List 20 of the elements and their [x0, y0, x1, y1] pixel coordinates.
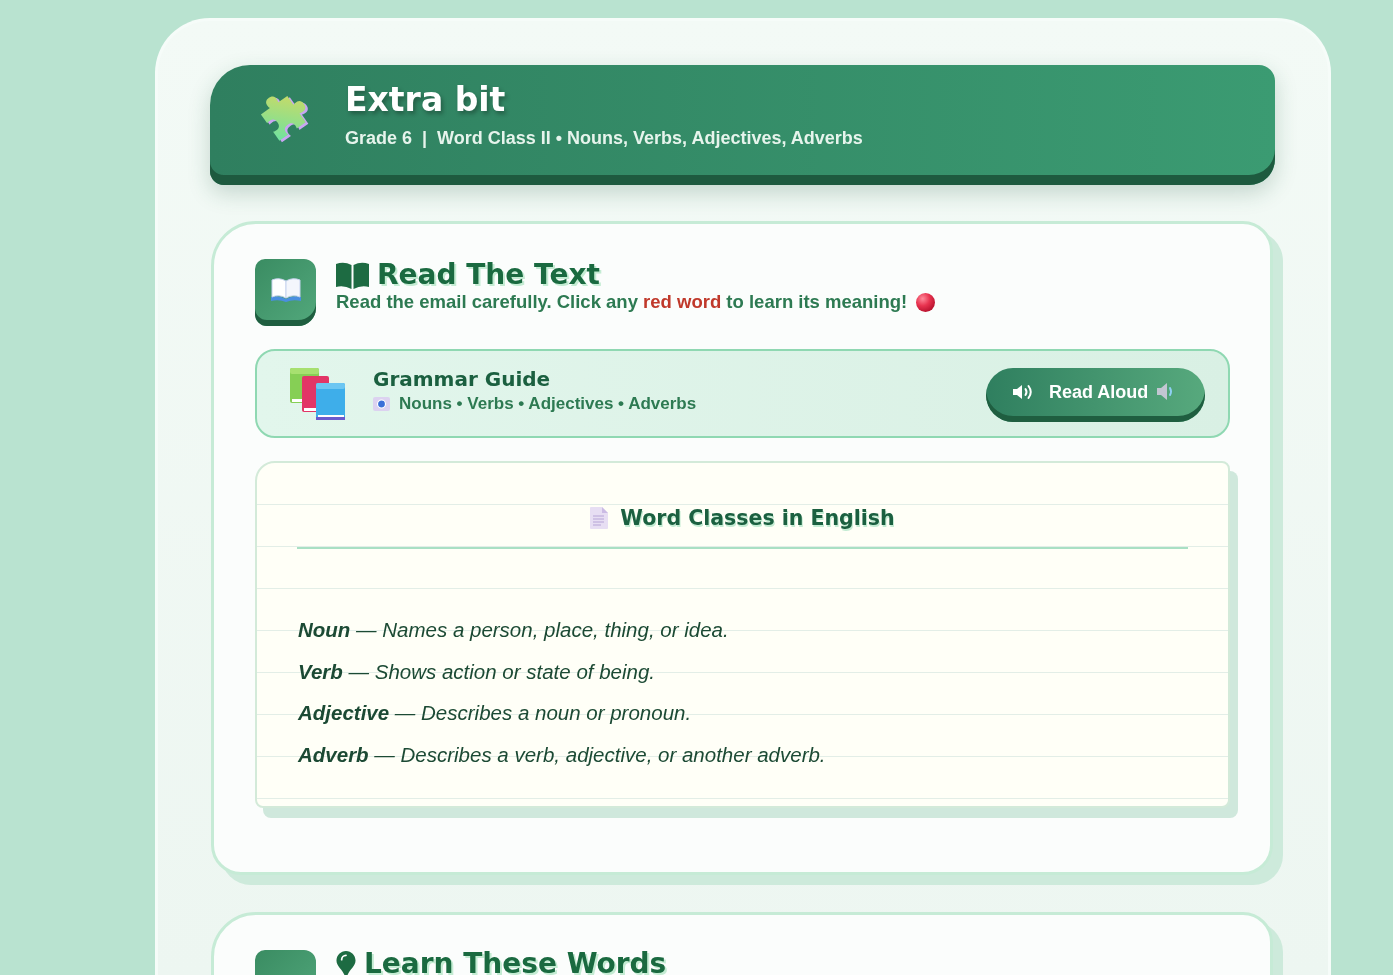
document-title: Word Classes in English [620, 505, 895, 532]
guide-title: Grammar Guide [373, 366, 551, 391]
instruction-text: Read the email carefully. Click any red word to learn its meaning! [336, 291, 908, 313]
card-icon [373, 396, 390, 411]
definition-text: Verb — Shows action or state of being. [298, 658, 656, 685]
page-title: Extra bit [345, 81, 506, 119]
page-subtitle: Grade 6 | Word Class II • Nouns, Verbs, Adjectives, Adverbs [345, 127, 863, 149]
definition-text: Adverb — Describes a verb, adjective, or another adverb. [298, 741, 826, 768]
section-title: Learn These Words [364, 950, 667, 975]
speaker-icon [1012, 382, 1035, 401]
open-book-icon [336, 261, 369, 289]
section-title: Read The Text [377, 259, 600, 291]
ball-icon [916, 292, 936, 312]
guide-subtitle: Nouns • Verbs • Adjectives • Adverbs [399, 392, 697, 415]
read-aloud-button[interactable]: Read Aloud [986, 367, 1205, 422]
definition-text: Adjective — Describes a noun or pronoun. [298, 700, 692, 726]
open-book-icon [255, 259, 316, 326]
definition-text: Noun — Names a person, place, thing, or idea. [298, 617, 729, 643]
document-icon [590, 507, 609, 529]
book-stack-icon [290, 367, 345, 420]
